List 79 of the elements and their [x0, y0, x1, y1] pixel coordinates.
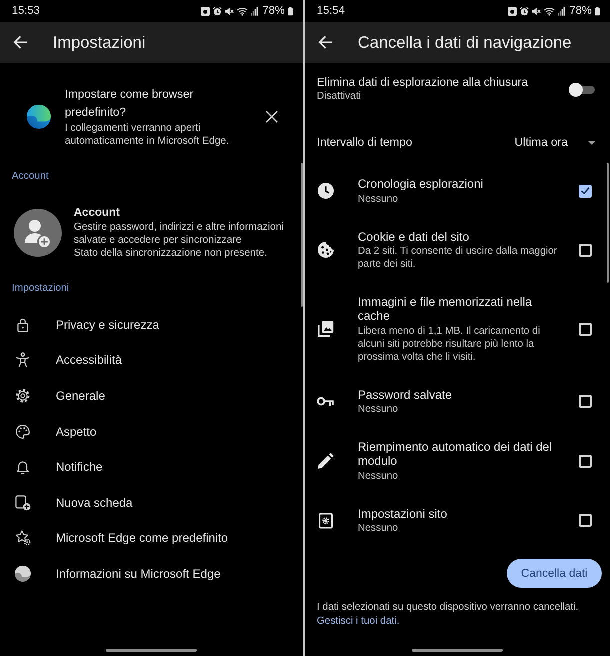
section-header: Account	[11, 170, 49, 184]
checkbox[interactable]	[579, 514, 592, 528]
account-name[interactable]: Account	[74, 205, 120, 221]
data-type-detail: Nessuno	[358, 192, 400, 206]
browser-logo-icon	[27, 105, 51, 129]
data-type-title: Riempimento automatico dei dati del modulo	[358, 440, 554, 468]
accessibility-icon	[15, 352, 31, 368]
battery-percent: 78%	[570, 4, 592, 18]
signal-icon	[558, 6, 565, 16]
clock-icon	[318, 183, 334, 200]
bell-icon	[15, 459, 31, 476]
settings-item[interactable]: Notifiche	[0, 449, 103, 485]
new-tab-icon	[15, 494, 31, 511]
time-range-dropdown[interactable]: Ultima ora	[514, 135, 596, 151]
data-type-detail: Da 2 siti. Ti consente di uscire dalla maggior parte dei siti.	[358, 245, 558, 271]
battery-icon	[595, 6, 600, 16]
settings-item[interactable]: Nuova scheda	[0, 484, 133, 521]
data-type-title: Cookie e dati del sito	[358, 230, 470, 244]
data-type-title: Password salvate	[358, 388, 454, 402]
back-icon[interactable]	[318, 35, 333, 50]
caret-icon	[588, 141, 596, 145]
data-type-title: Immagini e file memorizzati nella cache	[358, 295, 534, 323]
screen-title: Cancella i dati di navigazione	[358, 32, 572, 52]
pencil-icon	[318, 453, 334, 470]
checkbox[interactable]	[579, 454, 592, 468]
mute-icon	[532, 6, 541, 16]
settings-page-icon	[318, 512, 332, 529]
data-type-detail: Nessuno	[358, 470, 400, 482]
section-header: Impostazioni	[11, 282, 70, 296]
settings-item[interactable]: Privacy e sicurezza	[0, 307, 160, 343]
settings-item[interactable]: Generale	[0, 378, 106, 414]
battery-icon	[288, 6, 293, 16]
checkbox[interactable]	[579, 322, 592, 336]
battery-percent: 78%	[262, 4, 285, 18]
checkbox[interactable]	[579, 184, 592, 198]
banner-text: I collegamenti verranno aperti automaticamente in Microsoft Edge.	[65, 122, 230, 148]
mute-icon	[224, 6, 234, 16]
manage-data-link[interactable]: Gestisci i tuoi dati.	[317, 615, 400, 629]
data-type-detail: Nessuno	[358, 403, 400, 416]
signal-icon	[250, 6, 258, 16]
back-icon[interactable]	[13, 35, 28, 50]
account-description: Gestire password, indirizzi e altre informazioni salvate e accedere per sincronizzare	[74, 221, 286, 247]
settings-item[interactable]: Microsoft Edge come predefinito	[0, 520, 228, 556]
status-time: 15:54	[317, 4, 345, 18]
status-time: 15:53	[12, 4, 40, 18]
data-type-detail: Libera meno di 1,1 MB. Il caricamento di alcuni siti potrebbe risultare più lento la prossima volta che li visiti.	[358, 324, 542, 364]
checkbox[interactable]	[579, 244, 592, 257]
settings-item[interactable]: Accessibilità	[0, 342, 122, 378]
settings-item[interactable]: Informazioni su Microsoft Edge	[0, 556, 221, 592]
wifi-icon	[544, 6, 555, 16]
footer-text: I dati selezionati su questo dispositivo verranno cancellati.	[317, 601, 579, 615]
cookie-icon	[318, 242, 334, 258]
screen-title: Impostazioni	[53, 32, 146, 52]
avatar-icon[interactable]	[14, 208, 62, 256]
wifi-icon	[236, 6, 248, 16]
close-icon[interactable]	[266, 111, 278, 123]
settings-icon	[15, 388, 31, 404]
data-type-title: Cronologia esplorazioni	[358, 177, 484, 191]
checkbox[interactable]	[579, 395, 592, 408]
browser-logo-icon	[15, 566, 31, 582]
alarm-clock-icon	[520, 6, 529, 16]
star-gear-icon	[15, 530, 31, 546]
key-icon	[317, 396, 334, 407]
sync-status: Stato della sincronizzazione non presente.	[74, 247, 268, 260]
setting-label: Elimina dati di esplorazione alla chiusura	[317, 75, 528, 90]
data-type-detail: Nessuno	[358, 522, 400, 535]
lock-icon	[15, 316, 31, 333]
palette-icon	[15, 424, 31, 440]
setting-status: Disattivati	[317, 90, 362, 104]
toggle-switch[interactable]	[569, 82, 595, 96]
status-app-icon	[200, 6, 210, 16]
banner-title: Impostare come browser predefinito?	[65, 87, 195, 121]
image-icon	[318, 321, 334, 338]
clear-data-button[interactable]: Cancella dati	[507, 559, 602, 588]
time-range-label: Intervallo di tempo	[317, 135, 412, 151]
settings-item[interactable]: Aspetto	[0, 414, 97, 450]
alarm-clock-icon	[212, 6, 222, 16]
data-type-title: Impostazioni sito	[358, 506, 448, 520]
status-app-icon	[508, 6, 517, 16]
